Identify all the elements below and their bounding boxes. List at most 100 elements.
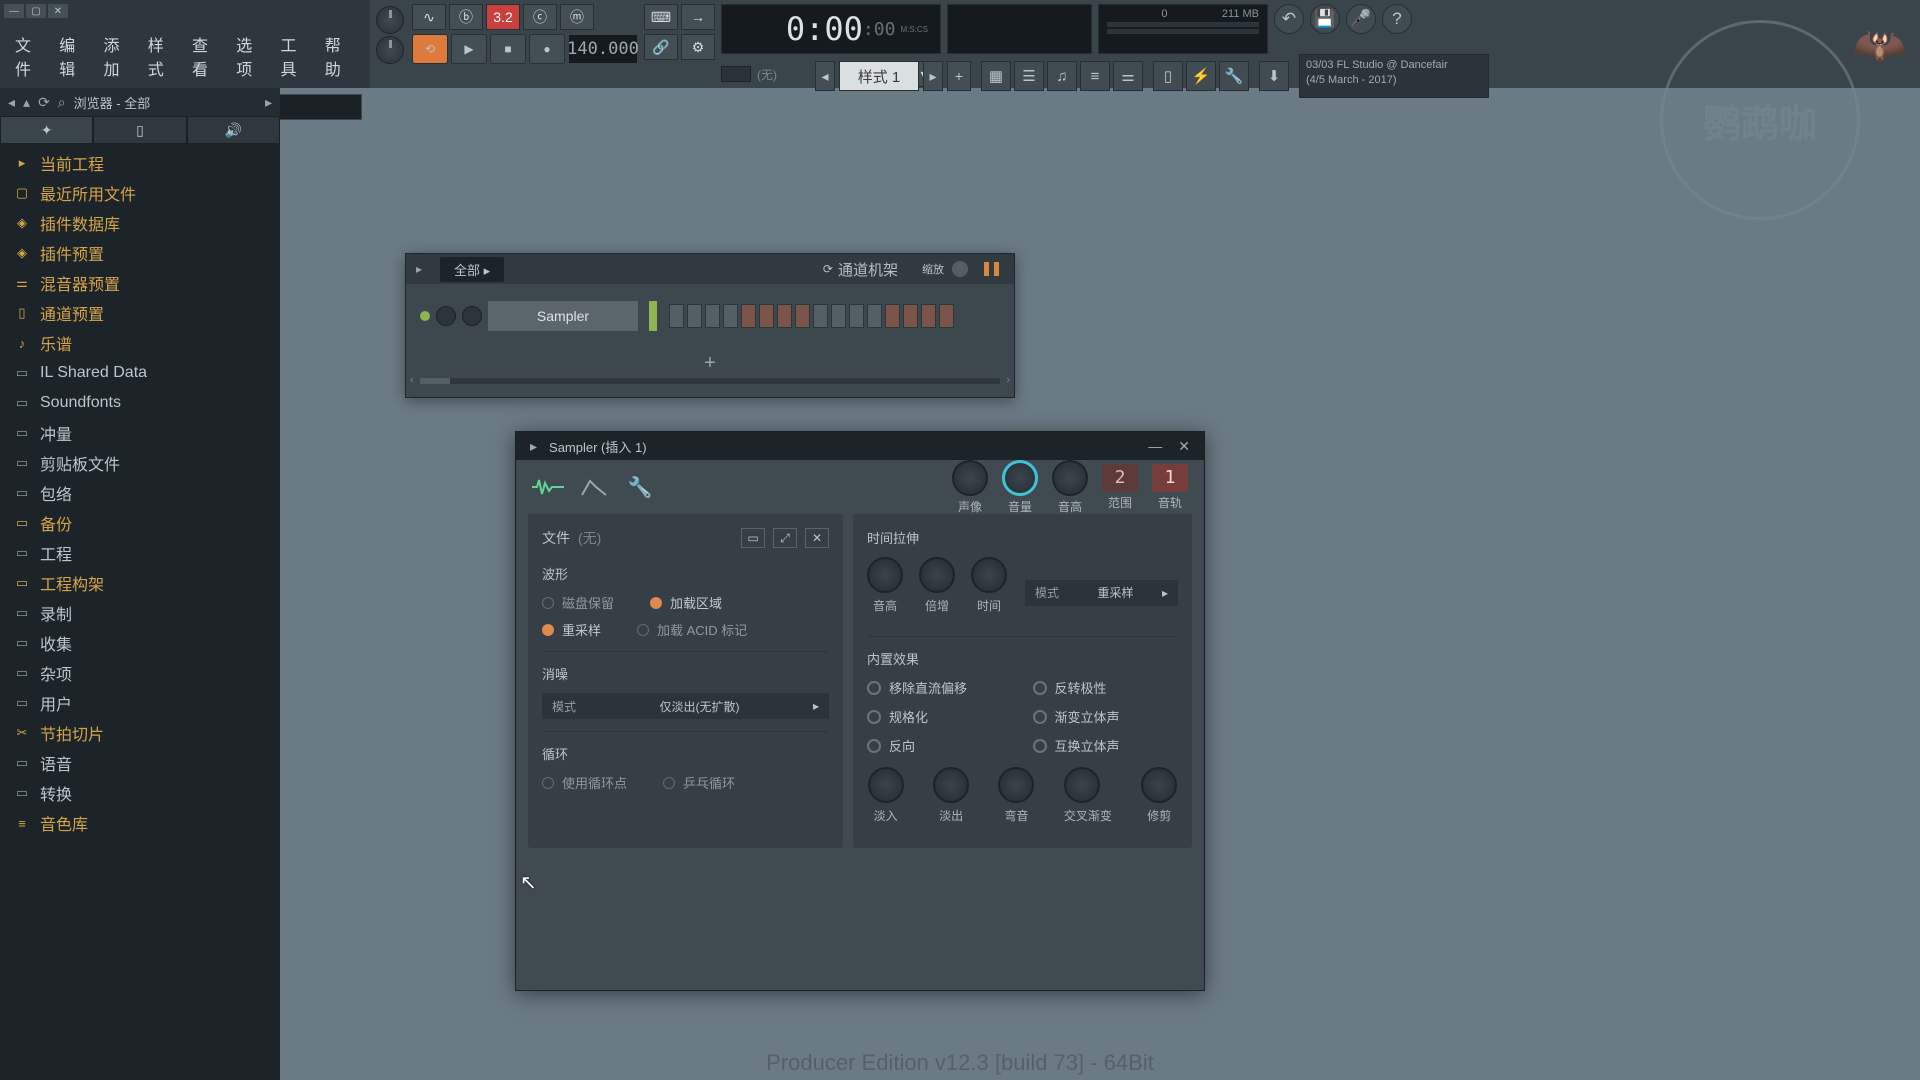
help-btn[interactable]: ?: [1382, 4, 1412, 34]
check-normalize[interactable]: 规格化: [867, 707, 1013, 726]
step-4[interactable]: [723, 304, 738, 328]
step-3[interactable]: [705, 304, 720, 328]
browser-item-16[interactable]: ▭收集: [0, 628, 280, 658]
playlist-btn[interactable]: ▦: [981, 61, 1011, 91]
radio-threading[interactable]: 磁盘保留: [542, 593, 614, 612]
chrack-filter-all[interactable]: 全部 ▸: [440, 257, 504, 282]
channel-select[interactable]: [649, 301, 657, 331]
news-panel[interactable]: 03/03 FL Studio @ Dancefair (4/5 March -…: [1299, 54, 1489, 98]
step-13[interactable]: [885, 304, 900, 328]
menu-tools[interactable]: 工具: [278, 30, 314, 82]
browser-item-2[interactable]: ◈插件数据库: [0, 208, 280, 238]
pattern-prev[interactable]: ◂: [815, 61, 835, 91]
maximize-btn[interactable]: ▢: [26, 4, 46, 18]
sampler-minimize[interactable]: —: [1144, 438, 1166, 454]
save-btn[interactable]: 💾: [1310, 4, 1340, 34]
pogo-knob[interactable]: [998, 767, 1034, 803]
main-volume-knob[interactable]: [376, 6, 404, 34]
loop-btn[interactable]: ⟲: [412, 34, 448, 64]
channelrack-btn[interactable]: ≡: [1080, 61, 1110, 91]
browser-item-0[interactable]: ▸当前工程: [0, 148, 280, 178]
browser-item-22[interactable]: ≡音色库: [0, 808, 280, 838]
browser-item-17[interactable]: ▭杂项: [0, 658, 280, 688]
browser-item-20[interactable]: ▭语音: [0, 748, 280, 778]
radio-use-loop[interactable]: 使用循环点: [542, 773, 627, 792]
check-rev-polarity[interactable]: 反转极性: [1033, 678, 1179, 697]
menu-file[interactable]: 文件: [12, 30, 48, 82]
radio-pingpong[interactable]: 乒乓循环: [663, 773, 735, 792]
step-15[interactable]: [921, 304, 936, 328]
menu-style[interactable]: 样式: [145, 30, 181, 82]
file-clear-icon[interactable]: ✕: [805, 528, 829, 548]
browser-btn[interactable]: ▯: [1153, 61, 1183, 91]
cpu-box[interactable]: 0211 MB: [1098, 4, 1268, 54]
browser-up[interactable]: ▴: [23, 94, 30, 111]
browser-item-11[interactable]: ▭包络: [0, 478, 280, 508]
browser-item-7[interactable]: ▭IL Shared Data: [0, 358, 280, 388]
sampler-track[interactable]: 1: [1152, 464, 1188, 492]
radio-resample[interactable]: 重采样: [542, 620, 601, 639]
browser-item-3[interactable]: ◈插件预置: [0, 238, 280, 268]
sampler-range[interactable]: 2: [1102, 464, 1138, 492]
minimize-btn[interactable]: —: [4, 4, 24, 18]
file-picker-icon[interactable]: ⤢: [773, 528, 797, 548]
sampler-vol-knob[interactable]: [1002, 460, 1038, 496]
browser-item-15[interactable]: ▭录制: [0, 598, 280, 628]
snap-btn[interactable]: ∿: [412, 4, 446, 30]
step-1[interactable]: [669, 304, 684, 328]
undo-btn[interactable]: ↶: [1274, 4, 1304, 34]
browser-item-13[interactable]: ▭工程: [0, 538, 280, 568]
mixer-btn[interactable]: ⚌: [1113, 61, 1143, 91]
chrack-add[interactable]: +: [406, 352, 1014, 375]
menu-view[interactable]: 查看: [189, 30, 225, 82]
step-11[interactable]: [849, 304, 864, 328]
play-btn[interactable]: ▶: [451, 34, 487, 64]
check-remove-dc[interactable]: 移除直流偏移: [867, 678, 1013, 697]
tool-btn[interactable]: 🔧: [1219, 61, 1249, 91]
stop-btn[interactable]: ■: [490, 34, 526, 64]
browser-item-8[interactable]: ▭Soundfonts: [0, 388, 280, 418]
chrack-zoom-knob[interactable]: [952, 261, 968, 277]
browser-tab-folder[interactable]: ▯: [93, 116, 186, 144]
metronome-btn[interactable]: ⓜ: [560, 4, 594, 30]
chrack-scrollbar[interactable]: ‹›: [420, 378, 1000, 384]
browser-item-18[interactable]: ▭用户: [0, 688, 280, 718]
browser-item-14[interactable]: ▭工程构架: [0, 568, 280, 598]
sampler-close[interactable]: ✕: [1174, 438, 1194, 455]
crossfade-knob[interactable]: [1064, 767, 1100, 803]
sampler-menu[interactable]: ▸: [526, 438, 541, 455]
menu-help[interactable]: 帮助: [322, 30, 358, 82]
browser-search[interactable]: ⌕: [58, 94, 66, 111]
trim-knob[interactable]: [1141, 767, 1177, 803]
pattern-name[interactable]: 样式 1: [839, 61, 919, 91]
stretch-pitch-knob[interactable]: [867, 557, 903, 593]
channel-led[interactable]: [420, 311, 430, 321]
chrack-grid-icon[interactable]: [984, 262, 1004, 276]
step-7[interactable]: [777, 304, 792, 328]
menu-edit[interactable]: 编辑: [56, 30, 92, 82]
step-9[interactable]: [813, 304, 828, 328]
colorbox[interactable]: [721, 66, 751, 82]
beat-btn[interactable]: ⓑ: [449, 4, 483, 30]
browser-item-4[interactable]: ⚌混音器预置: [0, 268, 280, 298]
stretch-mul-knob[interactable]: [919, 557, 955, 593]
sampler-pitch-knob[interactable]: [1052, 460, 1088, 496]
browser-item-12[interactable]: ▭备份: [0, 508, 280, 538]
stepseq-btn[interactable]: ☰: [1014, 61, 1044, 91]
sampler-tab-misc[interactable]: 🔧: [624, 471, 656, 503]
file-browse-icon[interactable]: ▭: [741, 528, 765, 548]
browser-item-19[interactable]: ✂节拍切片: [0, 718, 280, 748]
check-fade-stereo[interactable]: 渐变立体声: [1033, 707, 1179, 726]
pattern-next[interactable]: ▸: [923, 61, 943, 91]
radio-load-acid[interactable]: 加载 ACID 标记: [637, 620, 747, 639]
step-2[interactable]: [687, 304, 702, 328]
step-btn[interactable]: →: [681, 4, 715, 30]
fadeout-knob[interactable]: [933, 767, 969, 803]
sampler-tab-env[interactable]: [578, 471, 610, 503]
check-reverse[interactable]: 反向: [867, 736, 1013, 755]
channel-pan[interactable]: [436, 306, 456, 326]
browser-item-21[interactable]: ▭转换: [0, 778, 280, 808]
check-swap-stereo[interactable]: 互换立体声: [1033, 736, 1179, 755]
browser-item-10[interactable]: ▭剪贴板文件: [0, 448, 280, 478]
channel-name[interactable]: Sampler: [488, 301, 638, 331]
